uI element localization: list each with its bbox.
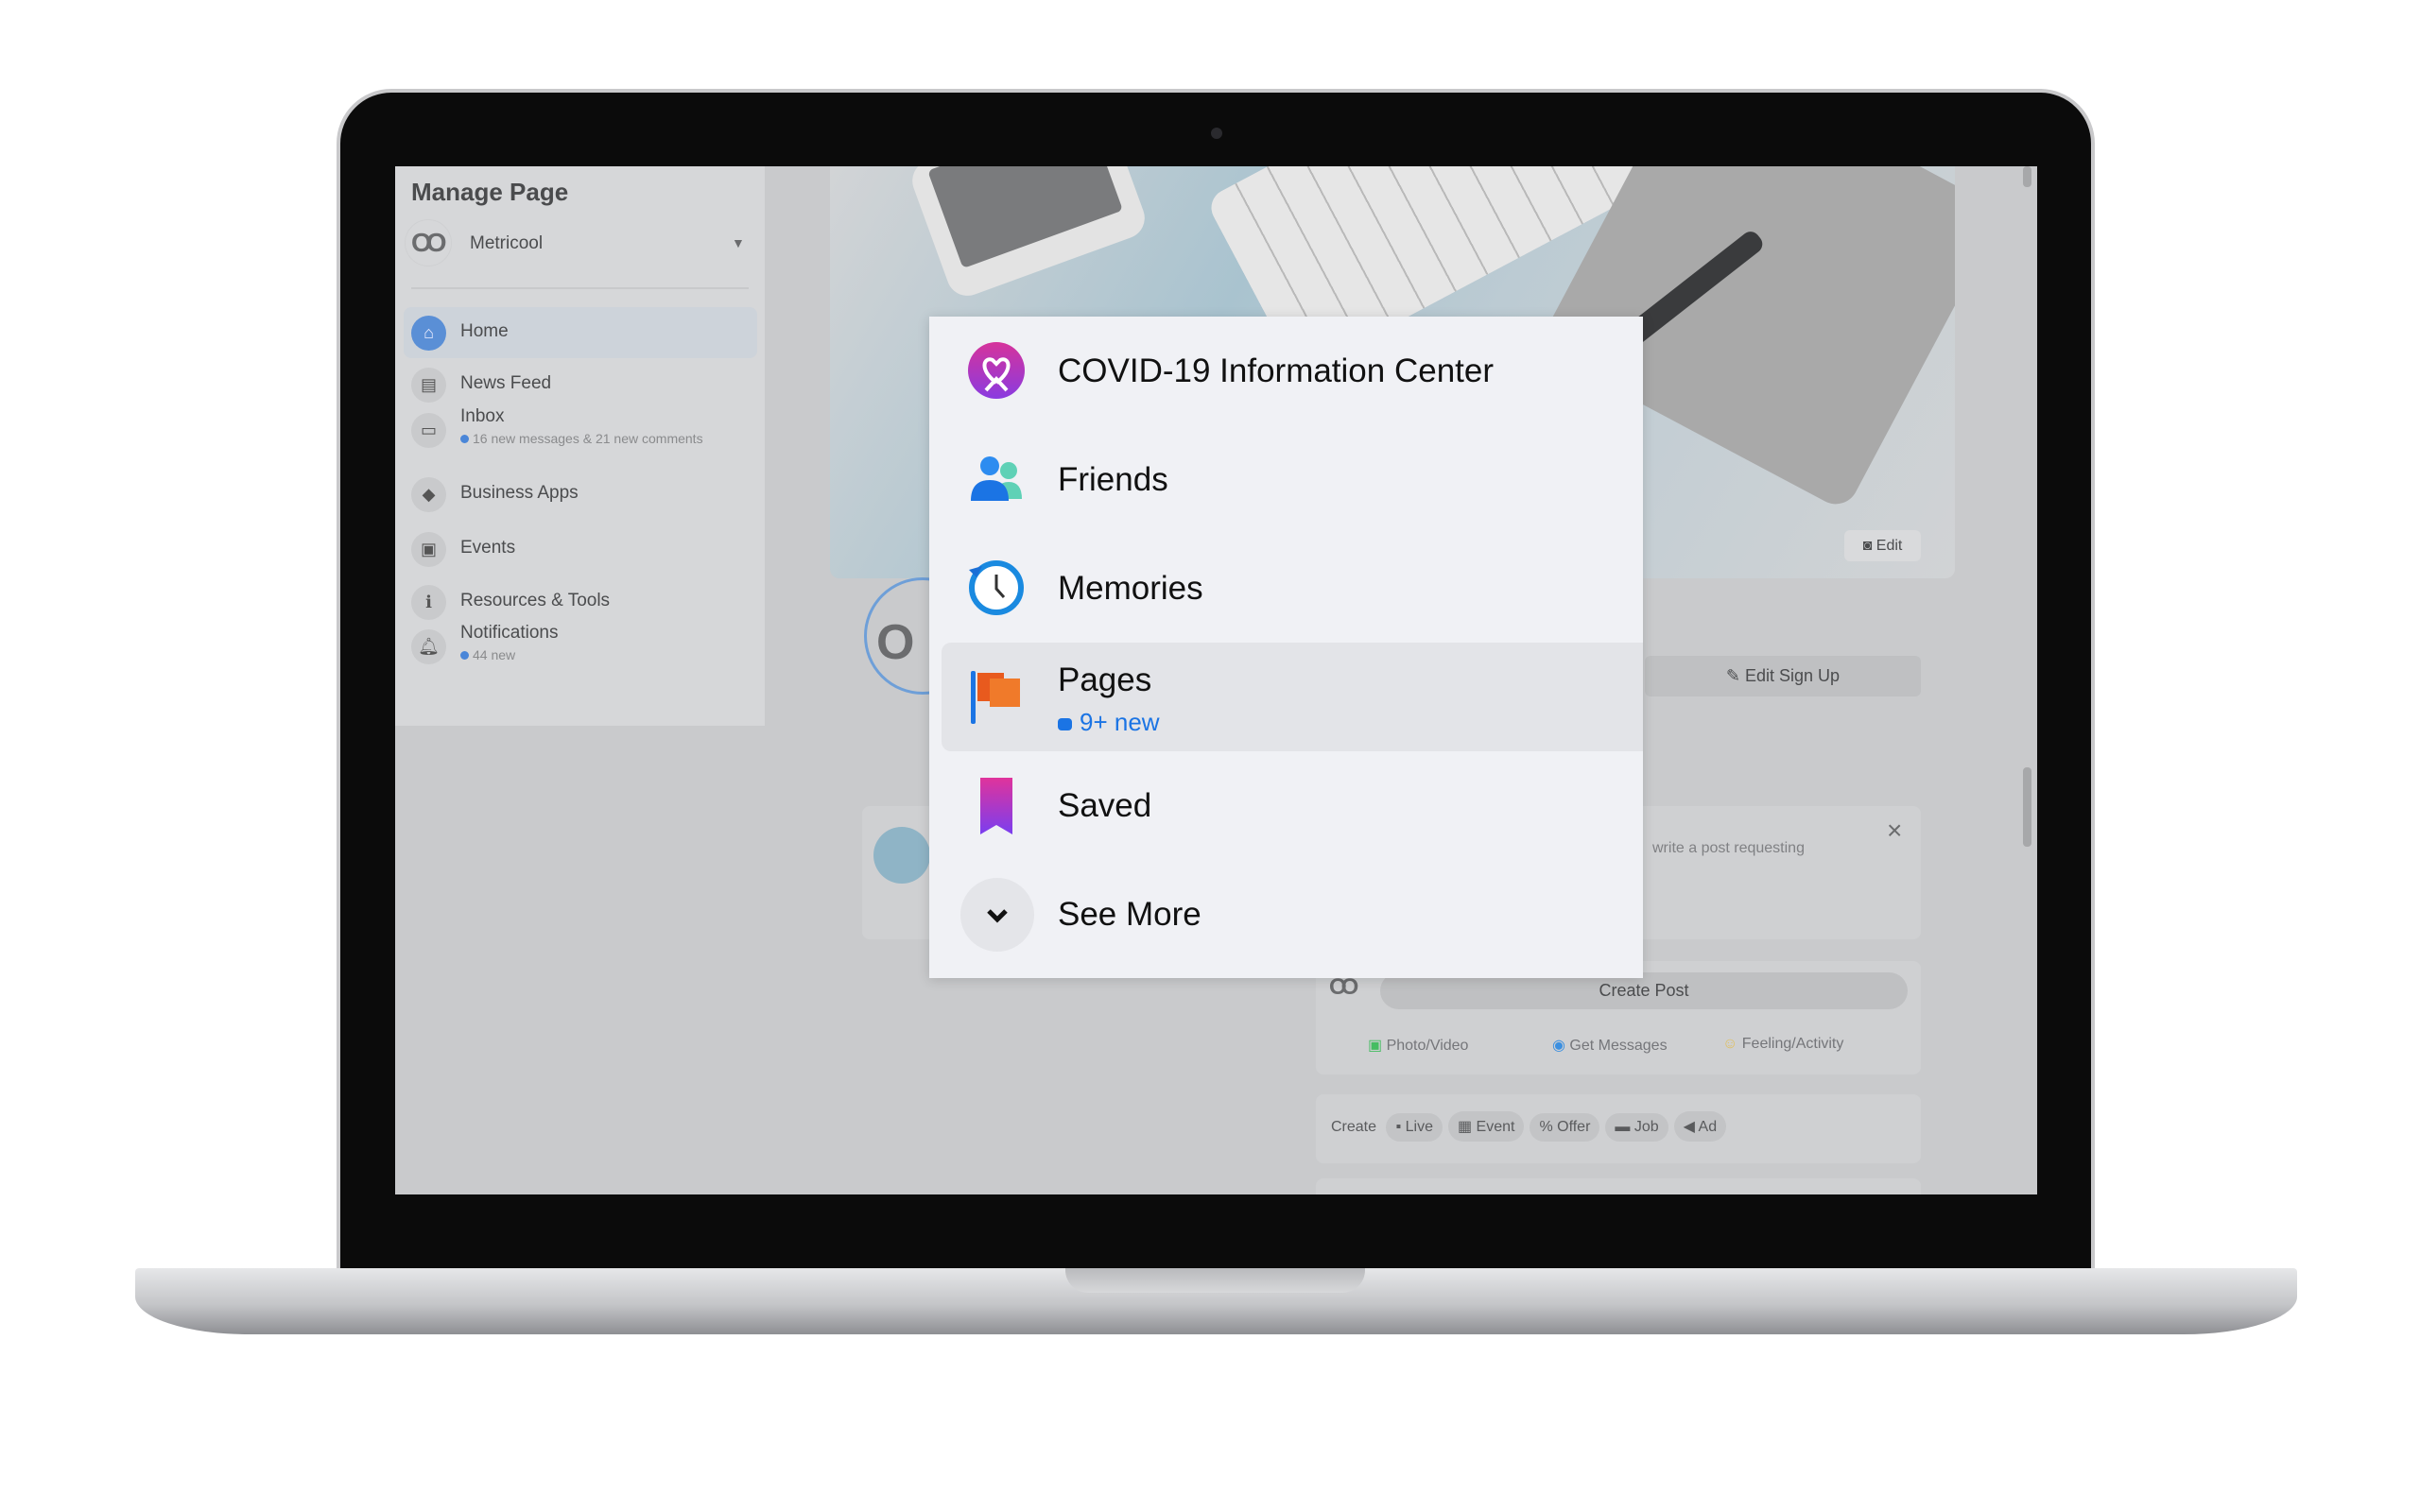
prompt-text: write a post requesting — [1652, 840, 1805, 856]
sidebar-item-resources-tools[interactable]: ℹ Resources & Tools — [404, 576, 757, 627]
menu-item-see-more[interactable]: See More — [942, 860, 1643, 969]
close-icon[interactable]: × — [1887, 816, 1902, 846]
live-chip[interactable]: ▪ Live — [1386, 1113, 1443, 1142]
ad-chip[interactable]: ◀ Ad — [1673, 1111, 1727, 1142]
menu-item-label: COVID-19 Information Center — [1058, 352, 1495, 389]
chevron-down-icon — [960, 878, 1034, 952]
inbox-status: 16 new messages & 21 new comments — [460, 431, 703, 446]
info-icon: ℹ — [411, 585, 446, 620]
metricool-logo-icon: O — [876, 615, 915, 670]
camera — [1211, 128, 1222, 139]
cube-icon: ◆ — [411, 477, 446, 512]
sidebar-item-label: Inbox — [460, 406, 505, 426]
camera-icon: ◙ — [1862, 538, 1876, 554]
sidebar-item-events[interactable]: ▣ Events — [404, 524, 757, 575]
memories-clock-icon — [969, 560, 1024, 615]
menu-item-saved[interactable]: Saved — [942, 751, 1643, 860]
event-chip[interactable]: ▦ Event — [1447, 1111, 1525, 1142]
news-feed-icon: ▤ — [411, 368, 446, 403]
metricool-logo-icon: OO — [411, 228, 446, 257]
sidebar-item-news-feed[interactable]: ▤ News Feed — [404, 359, 757, 410]
sidebar-item-label: Resources & Tools — [460, 591, 611, 610]
edit-sign-up-button[interactable]: ✎ Edit Sign Up — [1645, 656, 1921, 696]
feeling-activity-button[interactable]: ☺ Feeling/Activity — [1722, 1036, 1843, 1053]
screen: Manage Page OO Metricool ▼ ⌂ Home ▤ News F… — [395, 166, 2037, 1194]
page-selector[interactable]: OO Metricool ▼ — [405, 219, 754, 270]
scrollbar-thumb[interactable] — [2023, 767, 2031, 847]
get-messages-button[interactable]: ◉ Get Messages — [1552, 1036, 1668, 1055]
bell-icon: 🔔︎ — [411, 629, 446, 664]
cover-phone — [906, 166, 1151, 302]
caret-down-icon: ▼ — [732, 235, 745, 250]
pencil-icon: ✎ — [1725, 666, 1746, 685]
sidebar-item-notifications[interactable]: 🔔︎ Notifications 44 new — [404, 621, 757, 672]
sidebar-title: Manage Page — [411, 178, 569, 206]
pages-flag-icon — [971, 671, 1020, 724]
create-post-card: OO Create Post ▣ Photo/Video ◉ Get Messa… — [1316, 961, 1921, 1074]
prompt-card: write a post requesting × — [1624, 806, 1921, 939]
saved-bookmark-icon — [980, 778, 1012, 834]
menu-item-memories[interactable]: Memories — [942, 534, 1643, 643]
menu-item-label: See More — [1058, 896, 1201, 933]
sidebar-item-label: Notifications — [460, 623, 559, 643]
manage-page-sidebar: Manage Page OO Metricool ▼ ⌂ Home ▤ News F… — [395, 166, 765, 726]
menu-item-label: Memories — [1058, 570, 1203, 607]
inbox-icon: ▭ — [411, 413, 446, 448]
sidebar-item-business-apps[interactable]: ◆ Business Apps — [404, 469, 757, 520]
scrollbar[interactable] — [2023, 166, 2031, 187]
menu-item-covid[interactable]: COVID-19 Information Center — [942, 317, 1643, 425]
sidebar-item-label: News Feed — [460, 373, 552, 393]
sidebar-item-home[interactable]: ⌂ Home — [404, 307, 757, 358]
calendar-star-icon: ▣ — [411, 532, 446, 567]
pages-new-badge: 9+ new — [1058, 708, 1160, 737]
menu-item-label: Friends — [1058, 461, 1168, 498]
menu-item-label: Pages — [1058, 662, 1152, 698]
offer-chip[interactable]: % Offer — [1530, 1113, 1600, 1142]
menu-item-label: Saved — [1058, 787, 1152, 824]
sidebar-item-label: Business Apps — [460, 483, 579, 503]
divider — [411, 287, 749, 289]
edit-cover-button[interactable]: ◙ Edit — [1844, 530, 1921, 561]
next-card — [1316, 1178, 1921, 1194]
photo-video-button[interactable]: ▣ Photo/Video — [1368, 1036, 1468, 1055]
shortcuts-menu: COVID-19 Information Center Friends Memo… — [929, 317, 1643, 978]
sidebar-item-label: Events — [460, 538, 516, 558]
page-avatar: OO — [405, 219, 452, 266]
sidebar-item-label: Home — [460, 321, 509, 341]
home-icon: ⌂ — [411, 316, 446, 351]
notifications-status: 44 new — [460, 647, 515, 662]
photo-icon: ▣ — [1368, 1038, 1387, 1054]
illustration-avatar — [873, 827, 930, 884]
sidebar-item-inbox[interactable]: ▭ Inbox 16 new messages & 21 new comments — [404, 404, 757, 455]
messenger-icon: ◉ — [1552, 1038, 1570, 1054]
laptop-notch — [1065, 1268, 1365, 1293]
page-name: Metricool — [470, 233, 544, 253]
job-chip[interactable]: ▬ Job — [1605, 1113, 1668, 1142]
menu-item-friends[interactable]: Friends — [942, 425, 1643, 534]
covid-heart-icon — [968, 342, 1025, 399]
metricool-logo-icon: OO — [1329, 974, 1358, 1000]
menu-item-pages[interactable]: Pages 9+ new — [942, 643, 1643, 751]
create-row: Create ▪ Live ▦ Event% Offer ▬ Job ◀ Ad — [1316, 1094, 1921, 1163]
smiley-icon: ☺ — [1722, 1036, 1742, 1052]
create-label: Create — [1331, 1119, 1377, 1135]
friends-icon — [971, 456, 1022, 501]
